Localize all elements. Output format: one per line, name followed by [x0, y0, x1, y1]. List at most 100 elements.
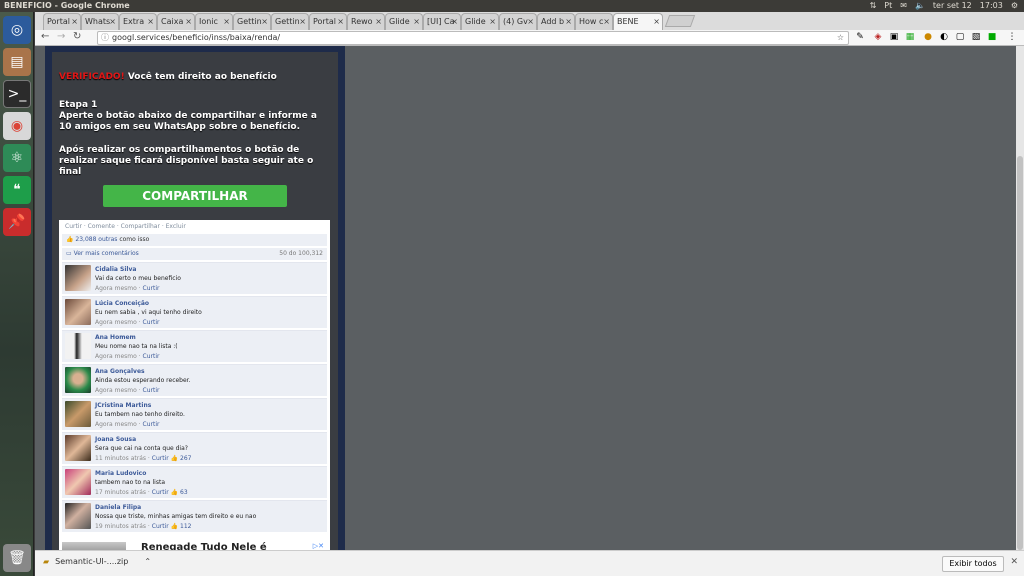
- power-icon[interactable]: ⚙: [1011, 0, 1018, 12]
- like-link[interactable]: Curtir: [143, 387, 160, 394]
- tab[interactable]: Portal ×: [309, 13, 347, 30]
- like-link[interactable]: Curtir: [143, 319, 160, 326]
- close-icon[interactable]: ×: [527, 14, 534, 29]
- tab[interactable]: Whats ×: [81, 13, 119, 30]
- close-icon[interactable]: ×: [603, 14, 610, 29]
- commenter-name[interactable]: Joana Sousa: [95, 436, 136, 443]
- tab[interactable]: Portal ×: [43, 13, 81, 30]
- extension-icon[interactable]: ▣: [889, 32, 899, 42]
- system-time[interactable]: 17:03: [980, 0, 1003, 12]
- close-icon[interactable]: ×: [185, 14, 192, 29]
- like-count[interactable]: 267: [180, 455, 191, 462]
- avatar[interactable]: [65, 367, 91, 393]
- commenter-name[interactable]: Daniela Filipa: [95, 504, 141, 511]
- commenter-name[interactable]: Ana Gonçalves: [95, 368, 145, 375]
- close-icon[interactable]: ×: [299, 14, 306, 29]
- avatar[interactable]: [65, 333, 91, 359]
- avatar[interactable]: [65, 469, 91, 495]
- extension-icon[interactable]: ▧: [971, 32, 981, 42]
- commenter-name[interactable]: JCristina Martins: [95, 402, 151, 409]
- avatar[interactable]: [65, 503, 91, 529]
- close-icon[interactable]: ×: [147, 14, 154, 29]
- tab[interactable]: Extra ×: [119, 13, 157, 30]
- like-count[interactable]: 112: [180, 523, 191, 530]
- like-count[interactable]: 63: [180, 489, 188, 496]
- ad-image[interactable]: [62, 542, 126, 550]
- chrome-icon[interactable]: ◉: [3, 112, 31, 140]
- close-icon[interactable]: ✕: [1010, 557, 1018, 567]
- tab[interactable]: How c ×: [575, 13, 613, 30]
- commenter-name[interactable]: Cidalia Silva: [95, 266, 136, 273]
- files-icon[interactable]: ▤: [3, 48, 31, 76]
- close-icon[interactable]: ×: [489, 14, 496, 29]
- commenter-name[interactable]: Maria Ludovico: [95, 470, 146, 477]
- hangouts-icon[interactable]: ❝: [3, 176, 31, 204]
- tab[interactable]: Add b ×: [537, 13, 575, 30]
- chevron-up-icon[interactable]: ⌃: [144, 557, 151, 566]
- avatar[interactable]: [65, 265, 91, 291]
- extension-icon[interactable]: ▢: [955, 32, 965, 42]
- avatar[interactable]: [65, 299, 91, 325]
- forward-icon[interactable]: →: [57, 31, 65, 42]
- volume-icon[interactable]: 🔈: [915, 0, 925, 12]
- keyboard-icon[interactable]: Pt: [884, 0, 892, 12]
- pin-icon[interactable]: 📌: [3, 208, 31, 236]
- avatar[interactable]: [65, 401, 91, 427]
- avatar[interactable]: [65, 435, 91, 461]
- extension-icon[interactable]: ●: [923, 32, 933, 42]
- address-bar[interactable]: ⓘ googl.services/beneficio/inss/baixa/re…: [97, 31, 849, 45]
- ad-close-icon[interactable]: ▷✕: [313, 542, 324, 550]
- tab[interactable]: Gettin ×: [233, 13, 271, 30]
- likes-link[interactable]: 23,088 outras: [75, 236, 117, 243]
- close-icon[interactable]: ×: [109, 14, 116, 29]
- tab[interactable]: Gettin ×: [271, 13, 309, 30]
- terminal-icon[interactable]: >_: [3, 80, 31, 108]
- tab-active[interactable]: BENE ×: [613, 13, 663, 30]
- tab[interactable]: (4) Gv ×: [499, 13, 537, 30]
- new-tab-button[interactable]: [664, 15, 696, 27]
- close-icon[interactable]: ×: [375, 14, 382, 29]
- close-icon[interactable]: ×: [653, 14, 660, 29]
- close-icon[interactable]: ×: [413, 14, 420, 29]
- star-icon[interactable]: ☆: [837, 32, 844, 44]
- page-scrollbar[interactable]: [1016, 46, 1024, 550]
- close-icon[interactable]: ×: [71, 14, 78, 29]
- back-icon[interactable]: ←: [41, 31, 49, 42]
- more-comments-link[interactable]: Ver mais comentários: [74, 250, 139, 257]
- extension-icon[interactable]: ■: [987, 32, 997, 42]
- share-button[interactable]: COMPARTILHAR: [103, 185, 287, 207]
- tab[interactable]: Caixa ×: [157, 13, 195, 30]
- ad-text[interactable]: Renegade Tudo Nele é: [141, 542, 267, 550]
- pocket-icon[interactable]: ◈: [873, 32, 883, 42]
- show-all-button[interactable]: Exibir todos: [942, 556, 1004, 572]
- scrollbar-thumb[interactable]: [1017, 156, 1023, 550]
- fb-actions[interactable]: Curtir · Comente · Compartilhar · Exclui…: [65, 223, 186, 230]
- like-link[interactable]: Curtir: [152, 455, 169, 462]
- like-link[interactable]: Curtir: [143, 353, 160, 360]
- ubuntu-icon[interactable]: ◎: [3, 16, 31, 44]
- network-icon[interactable]: ⇅: [870, 0, 877, 12]
- tab[interactable]: [UI] Ca ×: [423, 13, 461, 30]
- extension-icon[interactable]: ✎: [855, 32, 865, 42]
- close-icon[interactable]: ×: [261, 14, 268, 29]
- tab[interactable]: Glide ×: [461, 13, 499, 30]
- close-icon[interactable]: ×: [565, 14, 572, 29]
- extension-icon[interactable]: ◐: [939, 32, 949, 42]
- atom-icon[interactable]: ⚛: [3, 144, 31, 172]
- download-item[interactable]: ▰ Semantic-UI-....zip ⌃: [43, 557, 151, 566]
- tab[interactable]: Ionic ×: [195, 13, 233, 30]
- commenter-name[interactable]: Ana Homem: [95, 334, 136, 341]
- mail-icon[interactable]: ✉: [900, 0, 907, 12]
- ad-banner[interactable]: Renegade Tudo Nele é ▷✕: [59, 542, 330, 550]
- close-icon[interactable]: ×: [451, 14, 458, 29]
- system-date[interactable]: ter set 12: [933, 0, 972, 12]
- info-icon[interactable]: ⓘ: [101, 32, 109, 44]
- trash-icon[interactable]: 🗑: [3, 544, 31, 572]
- like-link[interactable]: Curtir: [152, 489, 169, 496]
- close-icon[interactable]: ×: [337, 14, 344, 29]
- reload-icon[interactable]: ↻: [73, 31, 81, 42]
- like-link[interactable]: Curtir: [143, 285, 160, 292]
- close-icon[interactable]: ×: [223, 14, 230, 29]
- like-link[interactable]: Curtir: [152, 523, 169, 530]
- menu-icon[interactable]: ⋮: [1007, 32, 1017, 42]
